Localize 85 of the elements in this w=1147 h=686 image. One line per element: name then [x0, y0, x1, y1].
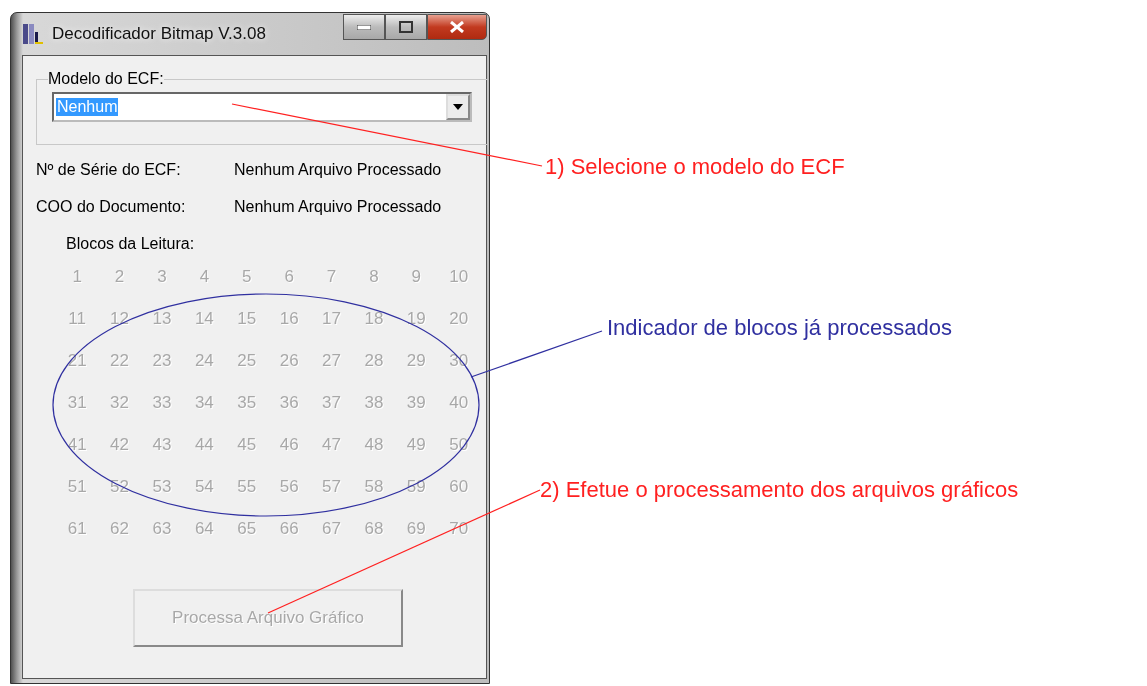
block-number: 11	[67, 309, 87, 329]
block-number: 23	[151, 351, 173, 371]
block-number: 48	[363, 435, 385, 455]
block-number: 19	[405, 309, 427, 329]
window-title: Decodificador Bitmap V.3.08	[52, 24, 266, 44]
field-label: Nº de Série do ECF:	[36, 161, 182, 179]
annotation-text: 1) Selecione o modelo do ECF	[545, 154, 845, 180]
block-number: 1	[71, 267, 83, 287]
block-number: 16	[278, 309, 300, 329]
block-number: 45	[236, 435, 258, 455]
block-number: 37	[321, 393, 342, 413]
block-number: 26	[278, 351, 300, 371]
field-value: Nenhum Arquivo Processado	[234, 198, 443, 216]
annotation-text: Indicador de blocos já processados	[607, 315, 952, 341]
block-number: 41	[66, 435, 88, 455]
block-number: 60	[448, 477, 470, 497]
block-number: 3	[156, 267, 168, 287]
minimize-icon	[357, 24, 371, 30]
block-number: 24	[193, 351, 215, 371]
block-number: 34	[193, 393, 215, 413]
block-number: 58	[363, 477, 385, 497]
block-number: 65	[236, 519, 258, 539]
block-number: 4	[198, 267, 211, 287]
block-number: 47	[321, 435, 342, 455]
block-number: 21	[66, 351, 88, 371]
model-dropdown[interactable]: Nenhum	[52, 92, 472, 122]
block-number: 66	[278, 519, 300, 539]
block-number: 36	[278, 393, 300, 413]
block-number: 49	[405, 435, 427, 455]
block-number: 2	[113, 267, 126, 287]
block-number: 22	[109, 351, 131, 371]
block-number: 8	[368, 267, 380, 287]
block-number: 15	[236, 309, 258, 329]
block-number: 33	[151, 393, 173, 413]
block-number: 57	[321, 477, 342, 497]
block-number: 20	[448, 309, 470, 329]
block-number: 18	[363, 309, 385, 329]
dropdown-button[interactable]	[446, 94, 470, 120]
close-button[interactable]	[427, 14, 487, 40]
block-number: 29	[405, 351, 427, 371]
block-number: 17	[321, 309, 342, 329]
block-number: 54	[193, 477, 215, 497]
block-number: 28	[363, 351, 385, 371]
block-number: 7	[325, 267, 338, 287]
block-number: 35	[236, 393, 258, 413]
block-number: 53	[151, 477, 173, 497]
block-number: 67	[321, 519, 342, 539]
block-number: 14	[193, 309, 215, 329]
block-number: 62	[109, 519, 131, 539]
maximize-icon	[399, 21, 413, 33]
block-number: 39	[405, 393, 427, 413]
blocks-label: Blocos da Leitura:	[66, 235, 196, 253]
block-number: 13	[151, 309, 173, 329]
block-number: 55	[236, 477, 258, 497]
block-number: 56	[278, 477, 300, 497]
block-number: 5	[241, 267, 253, 287]
block-number: 63	[151, 519, 173, 539]
block-number: 38	[363, 393, 385, 413]
block-number: 64	[193, 519, 215, 539]
block-number: 6	[283, 267, 295, 287]
block-number: 32	[109, 393, 131, 413]
block-number: 10	[448, 267, 470, 287]
block-number: 12	[109, 309, 131, 329]
block-number: 9	[410, 267, 423, 287]
field-value: Nenhum Arquivo Processado	[234, 161, 443, 179]
block-number: 25	[236, 351, 258, 371]
close-icon	[450, 21, 464, 33]
block-number: 27	[321, 351, 342, 371]
block-number: 44	[193, 435, 215, 455]
field-label: COO do Documento:	[36, 198, 187, 216]
block-number: 40	[448, 393, 470, 413]
app-icon	[22, 22, 44, 46]
annotation-text: 2) Efetue o processamento dos arquivos gráficos	[540, 477, 1019, 503]
block-number: 42	[109, 435, 131, 455]
block-number: 31	[66, 393, 88, 413]
block-number: 46	[278, 435, 300, 455]
minimize-button[interactable]	[343, 14, 385, 40]
block-number: 68	[363, 519, 385, 539]
block-number: 51	[66, 477, 88, 497]
caret-icon	[453, 104, 463, 110]
block-number: 61	[66, 519, 88, 539]
maximize-button[interactable]	[385, 14, 427, 40]
block-number: 43	[151, 435, 173, 455]
group-label: Modelo do ECF:	[48, 70, 164, 88]
block-number: 69	[405, 519, 427, 539]
